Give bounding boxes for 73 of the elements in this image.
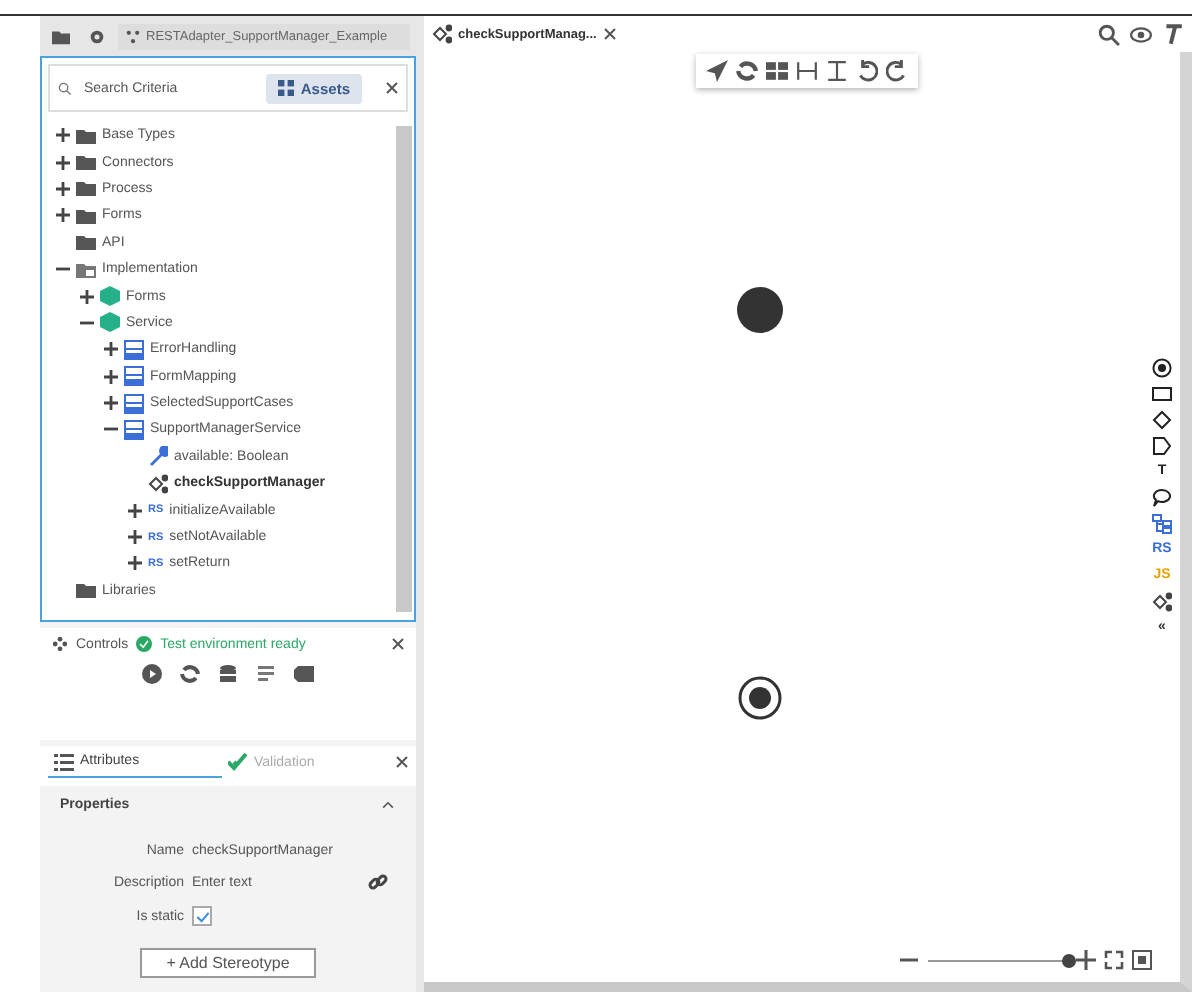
list-icon: [54, 751, 74, 771]
controls-icon: [52, 636, 68, 652]
diamond-icon: [1152, 410, 1172, 430]
expand-toggle[interactable]: [78, 288, 94, 305]
search-icon: [1098, 23, 1120, 45]
expand-toggle[interactable]: [102, 395, 118, 412]
add-stereotype-button[interactable]: + Add Stereotype: [140, 948, 316, 978]
italic-t-icon: [1162, 23, 1184, 45]
folder-icon: [76, 580, 96, 601]
cube-icon: [100, 312, 120, 333]
expand-toggle[interactable]: [54, 207, 70, 224]
expand-toggle[interactable]: [126, 529, 142, 546]
folder-icon: [76, 152, 96, 173]
tag-icon: [294, 664, 314, 684]
search-icon: [58, 81, 72, 95]
process-icon: [432, 24, 452, 44]
table-icon: [124, 366, 144, 387]
expand-toggle[interactable]: [126, 555, 142, 572]
vertical-spacing-icon: [826, 60, 848, 82]
start-event[interactable]: [736, 286, 784, 334]
list-icon: [256, 664, 276, 684]
close-button[interactable]: [604, 28, 617, 40]
close-button[interactable]: [386, 82, 398, 94]
chevron-up-icon: [380, 798, 396, 814]
check-icon: [195, 909, 209, 923]
close-button[interactable]: [396, 756, 408, 768]
expand-toggle[interactable]: [54, 127, 70, 144]
folder-icon: [51, 27, 69, 45]
double-check-icon: [228, 752, 248, 772]
database-icon: [218, 664, 238, 684]
project-icon: [126, 29, 140, 43]
refresh-icon: [736, 60, 758, 82]
nodes-icon: [1152, 514, 1172, 534]
folder-icon: [76, 232, 96, 253]
table-icon: [124, 339, 144, 360]
end-event[interactable]: [738, 676, 782, 720]
gateway-icon: [1152, 436, 1172, 456]
table-icon: [124, 393, 144, 414]
speech-bubble-icon: [1152, 488, 1172, 508]
pointer-icon: [706, 60, 728, 82]
static-checkbox[interactable]: [192, 906, 212, 926]
folder-icon: [76, 178, 96, 199]
expand-toggle[interactable]: [54, 154, 70, 171]
grid-icon: [766, 60, 788, 82]
expand-toggle[interactable]: [54, 180, 70, 197]
folder-icon: [76, 259, 96, 280]
wrench-icon: [148, 446, 168, 467]
eye-icon: [1130, 23, 1152, 45]
cube-icon: [100, 286, 120, 307]
process-icon: [148, 473, 168, 494]
table-icon: [124, 419, 144, 440]
expand-toggle[interactable]: [126, 502, 142, 519]
expand-toggle[interactable]: [102, 368, 118, 385]
expand-toggle[interactable]: [102, 341, 118, 358]
fit-icon: [1132, 950, 1152, 970]
undo-icon: [856, 60, 878, 82]
link-icon: [368, 872, 388, 892]
check-circle-icon: [136, 636, 153, 652]
refresh-icon: [180, 664, 200, 684]
rectangle-icon: [1152, 384, 1172, 404]
horizontal-spacing-icon: [796, 60, 818, 82]
play-icon: [142, 664, 162, 684]
folder-icon: [76, 205, 96, 226]
gear-icon: [87, 27, 105, 45]
circle-dot-icon: [1152, 358, 1172, 378]
process-icon: [1152, 592, 1172, 612]
fullscreen-icon: [1104, 950, 1124, 970]
zoom-in-icon: [1076, 950, 1096, 970]
zoom-thumb[interactable]: [1062, 953, 1076, 967]
redo-icon: [886, 60, 908, 82]
folder-icon: [76, 125, 96, 146]
grid-icon: [278, 80, 295, 96]
close-button[interactable]: [392, 638, 404, 650]
